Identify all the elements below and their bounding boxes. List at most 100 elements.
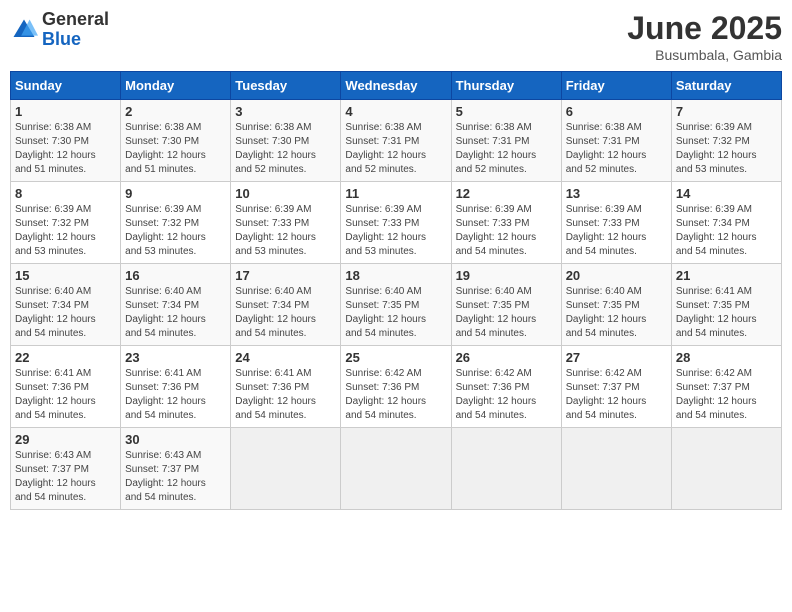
day-number: 16	[125, 268, 226, 283]
calendar-day-cell: 19 Sunrise: 6:40 AMSunset: 7:35 PMDayligh…	[451, 264, 561, 346]
header-sunday: Sunday	[11, 72, 121, 100]
calendar-day-cell: 13 Sunrise: 6:39 AMSunset: 7:33 PMDayligh…	[561, 182, 671, 264]
day-number: 1	[15, 104, 116, 119]
calendar-day-cell: 11Sunrise: 6:39 AMSunset: 7:33 PMDayligh…	[341, 182, 451, 264]
header-saturday: Saturday	[671, 72, 781, 100]
day-number: 7	[676, 104, 777, 119]
calendar-day-cell: 23 Sunrise: 6:41 AMSunset: 7:36 PMDayligh…	[121, 346, 231, 428]
day-number: 10	[235, 186, 336, 201]
day-number: 9	[125, 186, 226, 201]
day-info: Sunrise: 6:41 AMSunset: 7:35 PMDaylight:…	[676, 286, 757, 339]
page-header: General Blue June 2025 Busumbala, Gambia	[10, 10, 782, 63]
day-number: 20	[566, 268, 667, 283]
day-number: 22	[15, 350, 116, 365]
day-number: 4	[345, 104, 446, 119]
day-info: Sunrise: 6:38 AMSunset: 7:31 PMDaylight:…	[456, 122, 537, 175]
day-number: 19	[456, 268, 557, 283]
day-number: 23	[125, 350, 226, 365]
calendar-day-cell	[231, 428, 341, 510]
weekday-header-row: Sunday Monday Tuesday Wednesday Thursday…	[11, 72, 782, 100]
day-info: Sunrise: 6:42 AMSunset: 7:36 PMDaylight:…	[456, 368, 537, 421]
calendar-day-cell: 17 Sunrise: 6:40 AMSunset: 7:34 PMDayligh…	[231, 264, 341, 346]
day-info: Sunrise: 6:40 AMSunset: 7:34 PMDaylight:…	[15, 286, 96, 339]
day-number: 12	[456, 186, 557, 201]
calendar-day-cell: 16 Sunrise: 6:40 AMSunset: 7:34 PMDayligh…	[121, 264, 231, 346]
day-info: Sunrise: 6:40 AMSunset: 7:35 PMDaylight:…	[345, 286, 426, 339]
calendar-day-cell: 7 Sunrise: 6:39 AMSunset: 7:32 PMDaylight…	[671, 100, 781, 182]
calendar-day-cell: 24Sunrise: 6:41 AMSunset: 7:36 PMDayligh…	[231, 346, 341, 428]
day-number: 5	[456, 104, 557, 119]
calendar-day-cell	[561, 428, 671, 510]
day-number: 26	[456, 350, 557, 365]
calendar-day-cell	[341, 428, 451, 510]
header-tuesday: Tuesday	[231, 72, 341, 100]
day-info: Sunrise: 6:42 AMSunset: 7:37 PMDaylight:…	[676, 368, 757, 421]
day-number: 18	[345, 268, 446, 283]
title-area: June 2025 Busumbala, Gambia	[627, 10, 782, 63]
calendar-day-cell: 1Sunrise: 6:38 AMSunset: 7:30 PMDaylight…	[11, 100, 121, 182]
calendar-day-cell: 25Sunrise: 6:42 AMSunset: 7:36 PMDayligh…	[341, 346, 451, 428]
calendar-day-cell	[451, 428, 561, 510]
calendar-week-row: 22 Sunrise: 6:41 AMSunset: 7:36 PMDayligh…	[11, 346, 782, 428]
header-wednesday: Wednesday	[341, 72, 451, 100]
day-number: 21	[676, 268, 777, 283]
day-number: 14	[676, 186, 777, 201]
day-number: 15	[15, 268, 116, 283]
day-info: Sunrise: 6:43 AMSunset: 7:37 PMDaylight:…	[15, 450, 96, 503]
day-info: Sunrise: 6:38 AMSunset: 7:31 PMDaylight:…	[566, 122, 647, 175]
day-info: Sunrise: 6:39 AMSunset: 7:32 PMDaylight:…	[676, 122, 757, 175]
calendar-day-cell: 9Sunrise: 6:39 AMSunset: 7:32 PMDaylight…	[121, 182, 231, 264]
calendar-week-row: 15 Sunrise: 6:40 AMSunset: 7:34 PMDayligh…	[11, 264, 782, 346]
calendar-day-cell: 10 Sunrise: 6:39 AMSunset: 7:33 PMDayligh…	[231, 182, 341, 264]
day-number: 27	[566, 350, 667, 365]
calendar-title: June 2025	[627, 10, 782, 47]
calendar-day-cell: 18 Sunrise: 6:40 AMSunset: 7:35 PMDayligh…	[341, 264, 451, 346]
calendar-day-cell: 29 Sunrise: 6:43 AMSunset: 7:37 PMDayligh…	[11, 428, 121, 510]
calendar-day-cell: 15 Sunrise: 6:40 AMSunset: 7:34 PMDayligh…	[11, 264, 121, 346]
logo-general-text: General	[42, 10, 109, 30]
day-info: Sunrise: 6:40 AMSunset: 7:34 PMDaylight:…	[235, 286, 316, 339]
day-number: 29	[15, 432, 116, 447]
day-info: Sunrise: 6:39 AMSunset: 7:33 PMDaylight:…	[566, 204, 647, 257]
calendar-day-cell: 30Sunrise: 6:43 AMSunset: 7:37 PMDayligh…	[121, 428, 231, 510]
day-info: Sunrise: 6:39 AMSunset: 7:33 PMDaylight:…	[235, 204, 316, 257]
calendar-day-cell: 14 Sunrise: 6:39 AMSunset: 7:34 PMDayligh…	[671, 182, 781, 264]
calendar-week-row: 29 Sunrise: 6:43 AMSunset: 7:37 PMDayligh…	[11, 428, 782, 510]
day-info: Sunrise: 6:40 AMSunset: 7:35 PMDaylight:…	[566, 286, 647, 339]
calendar-body: 1 Sunrise: 6:38 AMSunset: 7:30 PMDaylight…	[11, 100, 782, 510]
logo-icon	[10, 16, 38, 44]
calendar-day-cell: 8Sunrise: 6:39 AMSunset: 7:32 PMDaylight…	[11, 182, 121, 264]
day-number: 8	[15, 186, 116, 201]
day-info: Sunrise: 6:38 AMSunset: 7:30 PMDaylight:…	[235, 122, 316, 175]
day-number: 25	[345, 350, 446, 365]
day-info: Sunrise: 6:38 AMSunset: 7:30 PMDaylight:…	[125, 122, 206, 175]
day-info: Sunrise: 6:41 AMSunset: 7:36 PMDaylight:…	[15, 368, 96, 421]
calendar-day-cell: 26 Sunrise: 6:42 AMSunset: 7:36 PMDayligh…	[451, 346, 561, 428]
day-number: 13	[566, 186, 667, 201]
calendar-table: Sunday Monday Tuesday Wednesday Thursday…	[10, 71, 782, 510]
day-info: Sunrise: 6:40 AMSunset: 7:34 PMDaylight:…	[125, 286, 206, 339]
day-number: 3	[235, 104, 336, 119]
header-thursday: Thursday	[451, 72, 561, 100]
day-info: Sunrise: 6:39 AMSunset: 7:33 PMDaylight:…	[456, 204, 537, 257]
calendar-day-cell: 28Sunrise: 6:42 AMSunset: 7:37 PMDayligh…	[671, 346, 781, 428]
day-info: Sunrise: 6:41 AMSunset: 7:36 PMDaylight:…	[125, 368, 206, 421]
header-monday: Monday	[121, 72, 231, 100]
day-number: 17	[235, 268, 336, 283]
day-info: Sunrise: 6:41 AMSunset: 7:36 PMDaylight:…	[235, 368, 316, 421]
calendar-day-cell: 2Sunrise: 6:38 AMSunset: 7:30 PMDaylight…	[121, 100, 231, 182]
calendar-day-cell: 6 Sunrise: 6:38 AMSunset: 7:31 PMDaylight…	[561, 100, 671, 182]
day-number: 6	[566, 104, 667, 119]
calendar-day-cell: 12 Sunrise: 6:39 AMSunset: 7:33 PMDayligh…	[451, 182, 561, 264]
day-info: Sunrise: 6:43 AMSunset: 7:37 PMDaylight:…	[125, 450, 206, 503]
logo: General Blue	[10, 10, 109, 50]
day-info: Sunrise: 6:39 AMSunset: 7:34 PMDaylight:…	[676, 204, 757, 257]
calendar-subtitle: Busumbala, Gambia	[627, 47, 782, 63]
header-friday: Friday	[561, 72, 671, 100]
calendar-day-cell: 27Sunrise: 6:42 AMSunset: 7:37 PMDayligh…	[561, 346, 671, 428]
calendar-day-cell: 3 Sunrise: 6:38 AMSunset: 7:30 PMDaylight…	[231, 100, 341, 182]
calendar-day-cell: 21 Sunrise: 6:41 AMSunset: 7:35 PMDayligh…	[671, 264, 781, 346]
day-info: Sunrise: 6:40 AMSunset: 7:35 PMDaylight:…	[456, 286, 537, 339]
calendar-day-cell	[671, 428, 781, 510]
calendar-day-cell: 5 Sunrise: 6:38 AMSunset: 7:31 PMDaylight…	[451, 100, 561, 182]
